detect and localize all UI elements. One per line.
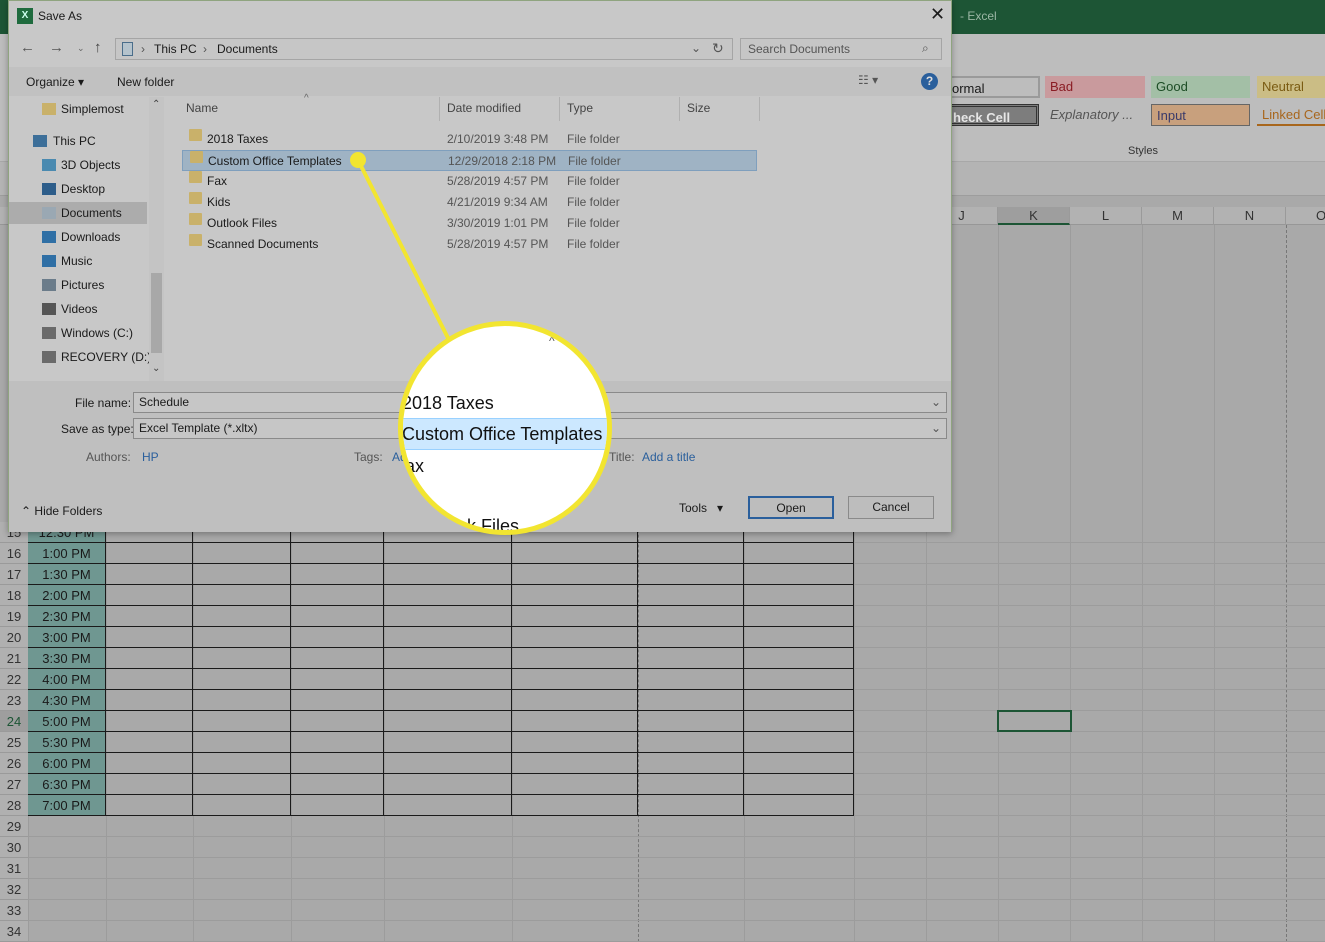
sort-ascending-icon: ^: [549, 334, 555, 348]
magnified-item-selected: Custom Office Templates: [402, 424, 603, 444]
callout-line: [356, 159, 450, 339]
callout-dot: [350, 152, 366, 168]
magnifier-callout: ^ 2018 Taxes Custom Office Templates Fax…: [398, 321, 612, 535]
callout-pointer: [350, 152, 450, 339]
magnified-item: 2018 Taxes: [402, 393, 494, 413]
